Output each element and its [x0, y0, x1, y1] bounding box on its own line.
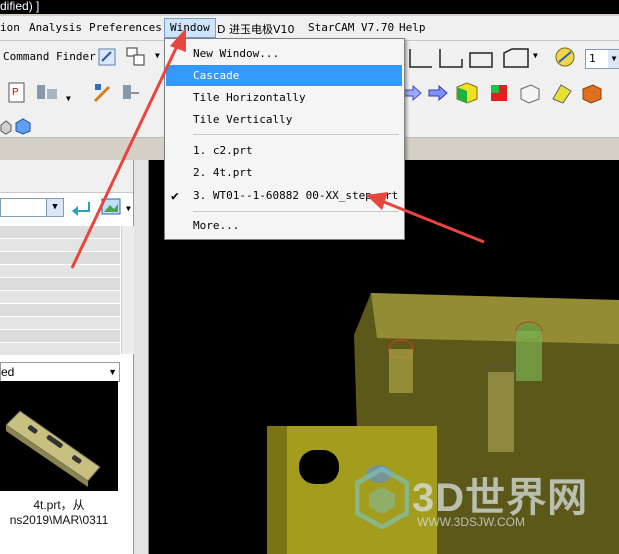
annotation-arrow-shaft [383, 200, 485, 244]
annotation-arrow-shaft [70, 43, 180, 269]
annotation-overlay [70, 28, 485, 269]
annotation-arrowhead [170, 28, 186, 52]
annotation-arrowhead [366, 192, 388, 210]
